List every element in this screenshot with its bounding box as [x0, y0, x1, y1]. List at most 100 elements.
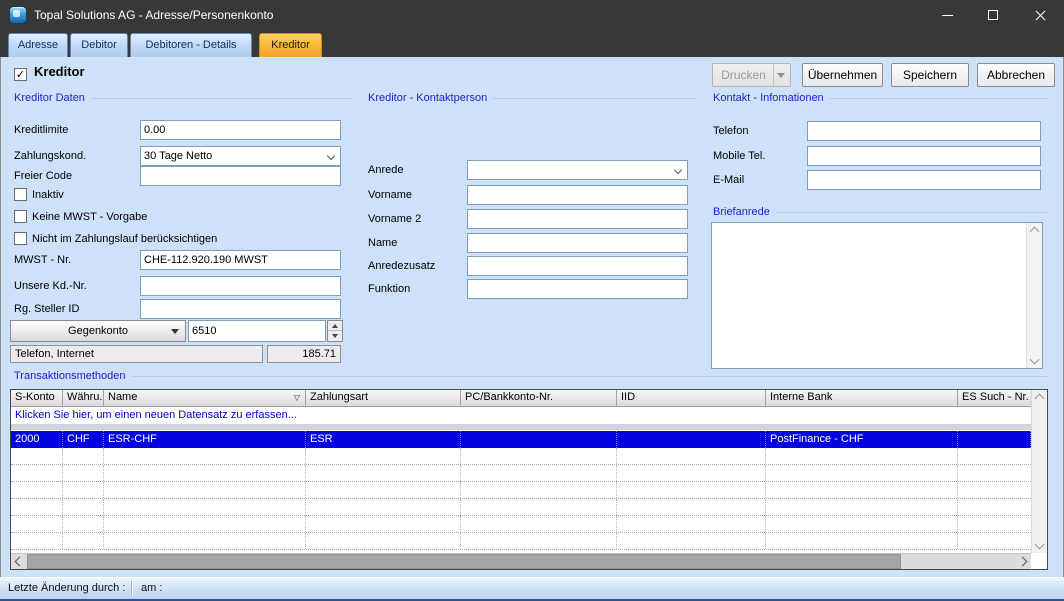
empty-cell — [766, 516, 958, 532]
transaktionsmethoden-grid: S-Konto Währu... Name▽ Zahlungsart PC/Ba… — [10, 389, 1048, 570]
briefanrede-scrollbar[interactable] — [1026, 223, 1042, 368]
titlebar[interactable]: Topal Solutions AG - Adresse/Personenkon… — [0, 0, 1064, 30]
mobile-tel-input[interactable] — [807, 146, 1041, 166]
kreditor-checkbox[interactable]: ✓ — [14, 68, 27, 81]
telefon-input[interactable] — [807, 121, 1041, 141]
grid-col-zahlungsart[interactable]: Zahlungsart — [306, 390, 461, 406]
tab-debitoren-details[interactable]: Debitoren - Details — [130, 33, 252, 57]
grid-col-interne-bank[interactable]: Interne Bank — [766, 390, 958, 406]
section-kontakt-info: Kontakt - Infomationen — [713, 92, 1047, 104]
chevron-down-icon — [327, 152, 335, 160]
anrede-select[interactable] — [467, 160, 688, 180]
empty-cell — [766, 533, 958, 549]
email-input[interactable] — [807, 170, 1041, 190]
section-kreditor-daten-title: Kreditor Daten — [14, 92, 85, 104]
scroll-right-icon[interactable] — [1018, 557, 1028, 567]
tab-kreditor[interactable]: Kreditor — [259, 33, 322, 57]
name-input[interactable] — [467, 233, 688, 253]
scroll-left-icon[interactable] — [15, 557, 25, 567]
grid-col-es-such-nr[interactable]: ES Such - Nr. — [958, 390, 1031, 406]
tab-strip: Adresse Debitor Debitoren - Details Kred… — [0, 30, 1064, 57]
vorname2-input[interactable] — [467, 209, 688, 229]
zahlungskond-label: Zahlungskond. — [14, 146, 86, 166]
scroll-up-icon[interactable] — [1030, 227, 1040, 237]
briefanrede-textarea[interactable] — [711, 222, 1043, 369]
chevron-down-icon — [171, 329, 179, 334]
minimize-button[interactable] — [924, 0, 970, 30]
unsere-kd-nr-input[interactable] — [140, 276, 341, 296]
rg-steller-id-input[interactable] — [140, 299, 341, 319]
grid-empty-row[interactable] — [11, 516, 1031, 533]
grid-empty-row[interactable] — [11, 499, 1031, 516]
drucken-dropdown[interactable] — [773, 64, 790, 86]
gegenkonto-button[interactable]: Gegenkonto — [10, 320, 186, 342]
grid-empty-row[interactable] — [11, 465, 1031, 482]
tab-adresse[interactable]: Adresse — [8, 33, 68, 57]
grid-col-pc-bankkonto[interactable]: PC/Bankkonto-Nr. — [461, 390, 617, 406]
scroll-down-icon[interactable] — [1035, 540, 1045, 550]
kreditlimite-label: Kreditlimite — [14, 120, 68, 140]
grid-vertical-scrollbar[interactable] — [1031, 390, 1047, 553]
mwst-nr-input[interactable] — [140, 250, 341, 270]
empty-cell — [617, 482, 766, 498]
keine-mwst-checkbox[interactable] — [14, 210, 27, 223]
status-bar: Letzte Änderung durch : am : — [0, 577, 1064, 601]
section-kreditor-daten: Kreditor Daten — [14, 92, 352, 104]
gegenkonto-spinner[interactable] — [327, 320, 343, 342]
grid-col-name[interactable]: Name▽ — [104, 390, 306, 406]
app-window: Topal Solutions AG - Adresse/Personenkon… — [0, 0, 1064, 601]
scroll-down-icon[interactable] — [1030, 355, 1040, 365]
grid-empty-row[interactable] — [11, 448, 1031, 465]
grid-empty-row[interactable] — [11, 533, 1031, 550]
zahlungslauf-checkbox[interactable] — [14, 232, 27, 245]
kreditor-checkbox-label: Kreditor — [34, 64, 85, 79]
cell-zahlungsart: ESR — [306, 431, 461, 448]
funktion-input[interactable] — [467, 279, 688, 299]
empty-cell — [958, 516, 1031, 532]
empty-cell — [104, 448, 306, 464]
empty-cell — [11, 448, 63, 464]
speichern-button[interactable]: Speichern — [891, 63, 969, 87]
empty-cell — [461, 533, 617, 549]
grid-col-waehrung[interactable]: Währu... — [63, 390, 104, 406]
grid-selected-row[interactable]: 2000 CHF ESR-CHF ESR PostFinance - CHF — [11, 431, 1031, 448]
divider — [132, 376, 1048, 377]
tab-debitor[interactable]: Debitor — [70, 33, 128, 57]
section-kontaktperson: Kreditor - Kontaktperson — [368, 92, 695, 104]
scrollbar-thumb[interactable] — [27, 554, 901, 569]
scroll-up-icon[interactable] — [1035, 394, 1045, 404]
empty-cell — [63, 465, 104, 481]
spinner-down-button[interactable] — [328, 331, 342, 341]
freier-code-input[interactable] — [140, 166, 341, 186]
section-kontakt-info-title: Kontakt - Infomationen — [713, 92, 824, 104]
empty-cell — [306, 448, 461, 464]
section-transaktionsmethoden-title: Transaktionsmethoden — [14, 370, 126, 382]
zahlungskond-value: 30 Tage Netto — [144, 150, 212, 162]
empty-cell — [63, 482, 104, 498]
empty-cell — [104, 482, 306, 498]
empty-cell — [104, 499, 306, 515]
zahlungskond-select[interactable]: 30 Tage Netto — [140, 146, 341, 166]
empty-cell — [104, 516, 306, 532]
anredezusatz-input[interactable] — [467, 256, 688, 276]
inaktiv-checkbox[interactable] — [14, 188, 27, 201]
close-button[interactable] — [1017, 0, 1064, 30]
grid-empty-row[interactable] — [11, 482, 1031, 499]
empty-cell — [11, 499, 63, 515]
grid-col-iid[interactable]: IID — [617, 390, 766, 406]
section-kontaktperson-title: Kreditor - Kontaktperson — [368, 92, 487, 104]
grid-new-record-row[interactable]: Klicken Sie hier, um einen neuen Datensa… — [11, 407, 1031, 424]
cell-interne-bank: PostFinance - CHF — [766, 431, 958, 448]
grid-horizontal-scrollbar[interactable] — [11, 553, 1031, 569]
gegenkonto-input[interactable] — [188, 320, 326, 342]
abbrechen-button[interactable]: Abbrechen — [977, 63, 1055, 87]
uebernehmen-button[interactable]: Übernehmen — [802, 63, 883, 87]
spinner-up-button[interactable] — [328, 321, 342, 331]
kreditlimite-input[interactable] — [140, 120, 341, 140]
chevron-down-icon — [777, 73, 785, 78]
maximize-button[interactable] — [970, 0, 1016, 30]
drucken-button[interactable]: Drucken — [712, 63, 791, 87]
grid-col-s-konto[interactable]: S-Konto — [11, 390, 63, 406]
vorname-input[interactable] — [467, 185, 688, 205]
empty-cell — [958, 499, 1031, 515]
